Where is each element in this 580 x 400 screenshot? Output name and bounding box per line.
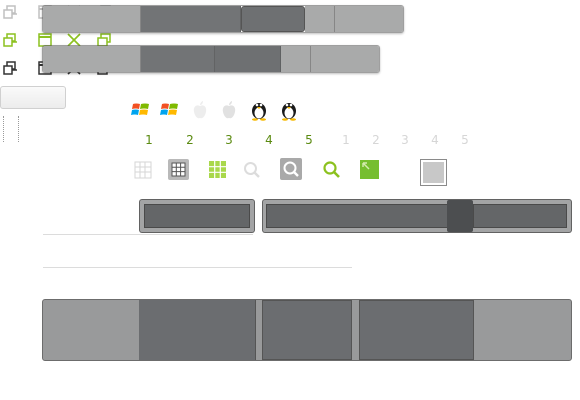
apple-icon — [191, 100, 209, 120]
grid-icon[interactable] — [134, 161, 152, 179]
input-frame — [262, 199, 572, 233]
pager-number[interactable]: 4 — [262, 133, 276, 147]
input-field[interactable] — [473, 204, 567, 228]
color-swatch-button[interactable] — [420, 159, 447, 186]
restore-icon[interactable] — [2, 32, 18, 48]
pager-number-disabled: 5 — [461, 133, 469, 147]
input-frame — [139, 199, 255, 233]
pager-number-disabled: 1 — [342, 133, 350, 147]
plain-button[interactable] — [0, 86, 66, 109]
tab-segment-active[interactable] — [141, 46, 215, 72]
tab-segment-active[interactable] — [359, 300, 474, 360]
bottom-tab-strip — [42, 299, 572, 361]
input-field[interactable] — [266, 204, 449, 228]
dotted-divider — [3, 116, 4, 142]
tab-bar-top — [42, 5, 404, 33]
search-icon[interactable] — [243, 161, 261, 179]
search-icon[interactable] — [322, 160, 341, 179]
pager-number[interactable]: 5 — [302, 133, 316, 147]
tab-segment[interactable] — [311, 46, 379, 72]
restore-icon[interactable] — [2, 4, 18, 20]
separator-line — [43, 267, 352, 268]
linux-tux-icon — [280, 99, 298, 121]
separator-line — [43, 234, 253, 235]
slider-handle[interactable] — [447, 200, 473, 232]
windows-icon — [131, 100, 151, 120]
pager-number[interactable]: 2 — [183, 133, 197, 147]
tab-segment[interactable] — [335, 6, 403, 32]
tab-segment-active[interactable] — [141, 6, 241, 32]
pager-number-disabled: 4 — [431, 133, 439, 147]
tab-segment[interactable] — [43, 46, 141, 72]
windows-icon — [160, 100, 180, 120]
tab-segment[interactable] — [281, 46, 311, 72]
input-field[interactable] — [144, 204, 250, 228]
pager-number-disabled: 3 — [401, 133, 409, 147]
dotted-divider — [18, 116, 19, 142]
tab-segment-active[interactable] — [139, 300, 256, 360]
restore-icon[interactable] — [2, 60, 18, 76]
tab-bar-second — [42, 45, 380, 73]
grid-icon[interactable] — [208, 160, 227, 179]
pager-number[interactable]: 3 — [222, 133, 236, 147]
grid-icon[interactable] — [168, 159, 189, 180]
apple-icon — [220, 100, 238, 120]
tab-segment-active[interactable] — [215, 46, 281, 72]
tab-segment-active[interactable] — [262, 300, 352, 360]
tab-segment-active[interactable] — [241, 6, 305, 32]
pager-number-disabled: 2 — [372, 133, 380, 147]
resize-icon[interactable] — [358, 158, 381, 181]
tab-segment[interactable] — [305, 6, 335, 32]
linux-tux-icon — [250, 99, 268, 121]
search-icon[interactable] — [280, 158, 302, 180]
tab-segment[interactable] — [43, 6, 141, 32]
pager-number[interactable]: 1 — [142, 133, 156, 147]
